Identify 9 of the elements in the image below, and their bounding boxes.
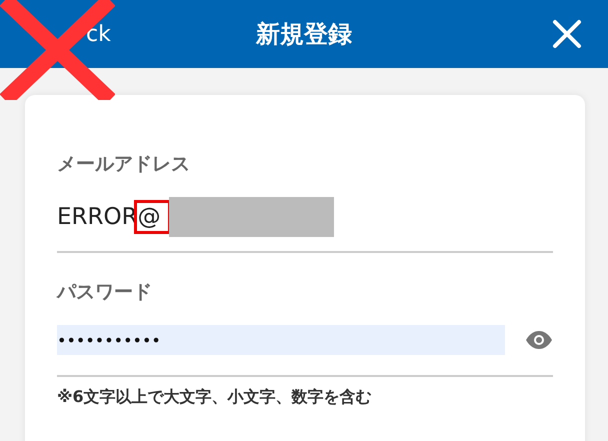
eye-icon[interactable] bbox=[525, 331, 553, 349]
email-value: ERROR bbox=[57, 204, 138, 230]
back-link[interactable]: ck bbox=[86, 22, 111, 46]
password-field[interactable]: ••••••••••• bbox=[57, 325, 505, 355]
field-label: メールアドレス bbox=[57, 152, 191, 177]
page-title: 新規登録 bbox=[256, 19, 352, 50]
field-label: パスワード bbox=[57, 280, 153, 305]
password-hint: ※6文字以上で大文字、小文字、数字を含む bbox=[57, 387, 373, 408]
close-button[interactable] bbox=[552, 19, 582, 49]
